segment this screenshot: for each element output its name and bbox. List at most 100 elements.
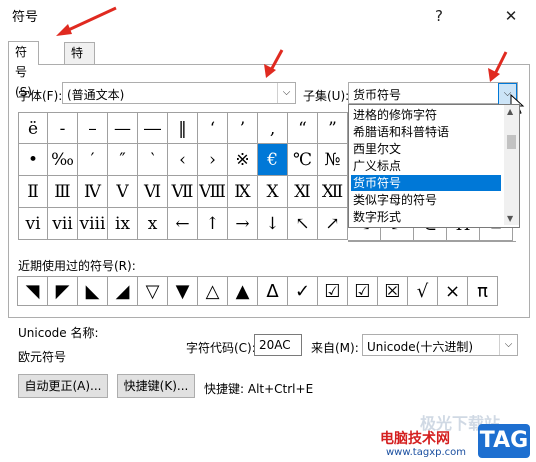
- help-button[interactable]: ?: [426, 3, 452, 29]
- unicode-name-label: Unicode 名称:: [18, 326, 99, 340]
- symbol-cell[interactable]: Ⅶ: [168, 176, 198, 208]
- symbol-cell[interactable]: ›: [198, 144, 228, 176]
- symbol-cell[interactable]: ―: [138, 112, 168, 144]
- recent-symbol-cell[interactable]: ◢: [107, 276, 138, 306]
- symbol-cell[interactable]: ‚: [258, 112, 288, 144]
- symbol-cell[interactable]: Ⅻ: [318, 176, 348, 208]
- symbol-cell[interactable]: €: [258, 144, 288, 176]
- symbol-cell[interactable]: •: [18, 144, 48, 176]
- symbol-cell[interactable]: ′: [78, 144, 108, 176]
- symbol-grid: ë - – — ― ‖ ‘’ ‚ “” • ‰ ′ ″ ‵ ‹ › ※ € ℃ № Ⅱ Ⅲ Ⅳ Ⅴ Ⅵ Ⅶ Ⅷ Ⅸ Ⅹ Ⅺ Ⅻⅵ ⅶ ⅷ ⅸ ⅹ ← ↑…: [18, 112, 348, 240]
- symbol-cell[interactable]: ⅸ: [108, 208, 138, 240]
- symbol-cell[interactable]: Ⅲ: [48, 176, 78, 208]
- recent-symbol-cell[interactable]: ▼: [167, 276, 198, 306]
- symbol-cell[interactable]: ⅹ: [138, 208, 168, 240]
- subset-list-item[interactable]: 西里尔文: [351, 141, 501, 157]
- symbol-cell[interactable]: ’: [228, 112, 258, 144]
- recent-symbol-cell[interactable]: ☑: [347, 276, 378, 306]
- symbol-cell[interactable]: Ⅷ: [198, 176, 228, 208]
- symbol-cell[interactable]: ↑: [198, 208, 228, 240]
- symbol-cell[interactable]: ←: [168, 208, 198, 240]
- symbol-cell[interactable]: ë: [18, 112, 48, 144]
- symbol-cell[interactable]: →: [228, 208, 258, 240]
- tab-symbols[interactable]: 符号(S): [8, 41, 39, 99]
- list-scrollbar[interactable]: ▲ ▼: [504, 105, 519, 225]
- symbol-cell[interactable]: ↗: [318, 208, 348, 240]
- symbol-cell[interactable]: ※: [228, 144, 258, 176]
- symbol-cell[interactable]: ℃: [288, 144, 318, 176]
- recent-symbol-cell[interactable]: √: [407, 276, 438, 306]
- shortcut-key-button[interactable]: 快捷键(K)...: [117, 374, 195, 398]
- recent-symbol-cell[interactable]: △: [197, 276, 228, 306]
- symbol-cell[interactable]: ‵: [138, 144, 168, 176]
- symbol-cell[interactable]: ⅶ: [48, 208, 78, 240]
- autocorrect-button[interactable]: 自动更正(A)...: [18, 374, 108, 398]
- symbol-cell[interactable]: №: [318, 144, 348, 176]
- symbol-cell[interactable]: Ⅳ: [78, 176, 108, 208]
- symbol-cell[interactable]: Ⅱ: [18, 176, 48, 208]
- tab-special-chars[interactable]: 特殊字符(P): [64, 42, 95, 140]
- symbol-cell[interactable]: ”: [318, 112, 348, 144]
- subset-value: 货币符号: [353, 88, 402, 102]
- chevron-down-icon[interactable]: ⌵: [498, 83, 517, 105]
- symbol-cell[interactable]: ‖: [168, 112, 198, 144]
- symbol-cell[interactable]: “: [288, 112, 318, 144]
- symbol-cell[interactable]: Ⅹ: [258, 176, 288, 208]
- symbol-cell[interactable]: ↖: [288, 208, 318, 240]
- recent-symbol-cell[interactable]: ◣: [77, 276, 108, 306]
- close-button[interactable]: ✕: [498, 3, 524, 29]
- symbol-cell[interactable]: —: [108, 112, 138, 144]
- symbol-cell[interactable]: Ⅴ: [108, 176, 138, 208]
- symbol-cell[interactable]: ″: [108, 144, 138, 176]
- subset-list-item[interactable]: 类似字母的符号: [351, 192, 501, 208]
- symbol-cell[interactable]: ‹: [168, 144, 198, 176]
- subset-combobox[interactable]: 货币符号 ⌵: [348, 82, 518, 105]
- font-combobox[interactable]: (普通文本) ⌵: [62, 82, 296, 104]
- subset-list-item[interactable]: 货币符号: [351, 175, 501, 191]
- recent-symbol-cell[interactable]: π: [467, 276, 498, 306]
- from-combobox[interactable]: Unicode(十六进制) ⌵: [362, 334, 518, 356]
- char-code-input[interactable]: 20AC: [254, 334, 302, 356]
- scrollbar-thumb[interactable]: [507, 135, 516, 149]
- from-label: 来自(M):: [311, 341, 359, 355]
- subset-list-item[interactable]: 进格的修饰字符: [351, 107, 501, 123]
- char-code-value: 20AC: [259, 338, 291, 352]
- chevron-down-icon[interactable]: ⌵: [499, 335, 517, 355]
- from-value: Unicode(十六进制): [367, 340, 474, 354]
- subset-list-item[interactable]: 希腊语和科普特语: [351, 124, 501, 140]
- subset-list-item[interactable]: 广义标点: [351, 158, 501, 174]
- symbol-cell[interactable]: ⅵ: [18, 208, 48, 240]
- recent-symbol-cell[interactable]: Δ: [257, 276, 288, 306]
- symbol-cell[interactable]: –: [78, 112, 108, 144]
- chevron-down-icon[interactable]: ⌵: [277, 83, 295, 103]
- subset-list-item[interactable]: 数字形式: [351, 209, 501, 225]
- symbol-cell[interactable]: ↓: [258, 208, 288, 240]
- recent-symbol-cell[interactable]: ▲: [227, 276, 258, 306]
- recent-symbol-cell[interactable]: ×: [437, 276, 468, 306]
- recent-symbol-cell[interactable]: ▽: [137, 276, 168, 306]
- recent-symbol-cell[interactable]: ◤: [47, 276, 78, 306]
- recent-label: 近期使用过的符号(R):: [18, 259, 136, 273]
- recent-symbol-cell[interactable]: ☑: [317, 276, 348, 306]
- subset-label: 子集(U):: [303, 89, 350, 103]
- char-code-label: 字符代码(C):: [186, 341, 256, 355]
- scroll-down-icon[interactable]: ▼: [507, 214, 513, 223]
- scroll-up-icon[interactable]: ▲: [507, 107, 513, 116]
- symbol-cell[interactable]: Ⅸ: [228, 176, 258, 208]
- symbol-cell[interactable]: ⅷ: [78, 208, 108, 240]
- watermark-url: www.tagxp.com: [386, 447, 466, 458]
- shortcut-text: 快捷键: Alt+Ctrl+E: [204, 382, 314, 396]
- symbol-cell[interactable]: -: [48, 112, 78, 144]
- window-title: 符号: [12, 10, 39, 25]
- watermark-tag-logo: TAG: [478, 424, 530, 458]
- symbol-cell[interactable]: ‘: [198, 112, 228, 144]
- recent-symbol-cell[interactable]: ◥: [17, 276, 48, 306]
- symbol-cell[interactable]: Ⅺ: [288, 176, 318, 208]
- subset-dropdown-list: ▲ ▼ 进格的修饰字符 希腊语和科普特语 西里尔文 广义标点 货币符号 类似字母的符号 数字…: [348, 104, 520, 228]
- symbol-cell[interactable]: ‰: [48, 144, 78, 176]
- unicode-name-value: 欧元符号: [18, 350, 67, 364]
- symbol-cell[interactable]: Ⅵ: [138, 176, 168, 208]
- title-bar: [0, 0, 536, 34]
- recent-symbol-cell[interactable]: ✓: [287, 276, 318, 306]
- recent-symbol-cell[interactable]: ☒: [377, 276, 408, 306]
